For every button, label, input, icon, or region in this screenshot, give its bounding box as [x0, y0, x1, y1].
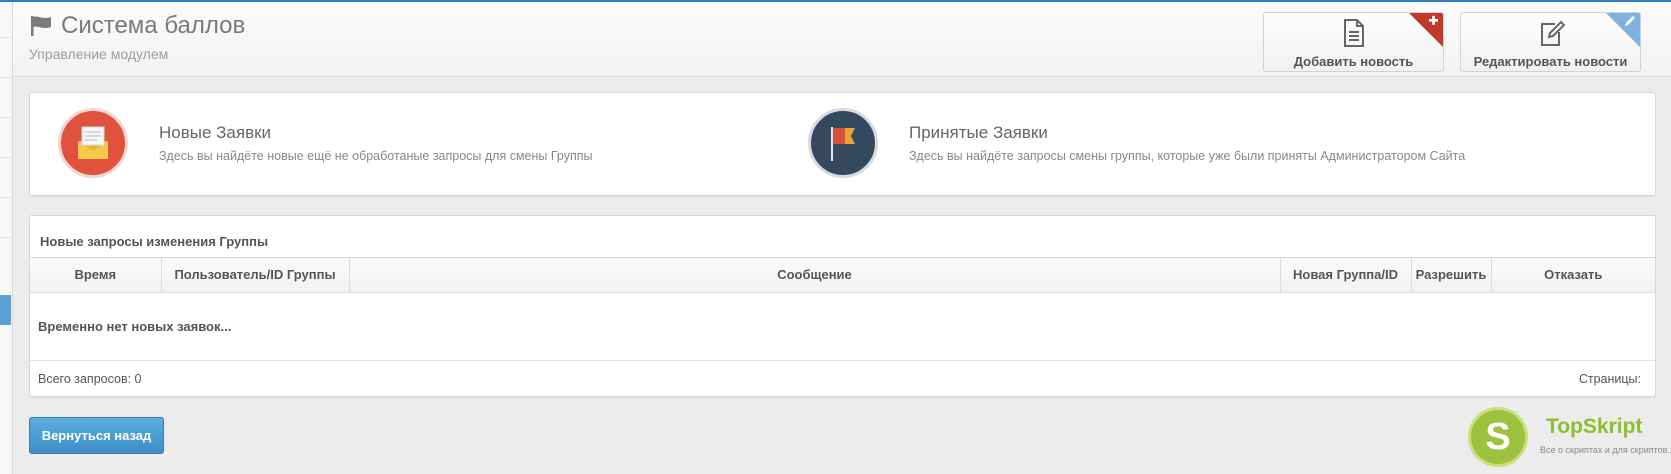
- logo-mark-icon: S: [1468, 407, 1528, 467]
- quick-link-description: Здесь вы найдёте запросы смены группы, к…: [909, 149, 1466, 163]
- edit-news-button[interactable]: Редактировать новости: [1460, 12, 1641, 72]
- pagination-label: Страницы:: [1578, 371, 1641, 386]
- empty-table-message: Временно нет новых заявок...: [30, 293, 1655, 361]
- flag-badge-icon: [808, 108, 878, 178]
- add-news-label: Добавить новость: [1293, 54, 1414, 69]
- logo-brand: TopSkript: [1546, 415, 1643, 438]
- column-header-new-group[interactable]: Новая Группа/ID: [1280, 258, 1412, 293]
- envelope-icon: [58, 108, 128, 178]
- logo-tagline: Все о скриптах и для скриптов...: [1540, 445, 1671, 455]
- column-header-deny[interactable]: Отказать: [1491, 258, 1655, 293]
- sidebar-divider: [0, 117, 12, 118]
- page-subtitle: Управление модулем: [29, 46, 169, 62]
- requests-table: Время Пользователь/ID Группы Сообщение Н…: [30, 258, 1655, 293]
- sidebar-divider: [0, 197, 12, 198]
- topskript-logo: S TopSkript Все о скриптах и для скрипто…: [1468, 405, 1671, 471]
- column-header-allow[interactable]: Разрешить: [1411, 258, 1492, 293]
- column-header-message[interactable]: Сообщение: [349, 258, 1281, 293]
- column-header-time[interactable]: Время: [30, 258, 162, 293]
- quick-link-accepted-requests[interactable]: Принятые Заявки Здесь вы найдёте запросы…: [808, 108, 1465, 178]
- flag-icon: [31, 16, 51, 36]
- sidebar-divider: [0, 237, 12, 238]
- edit-icon: [1540, 20, 1565, 46]
- page-title-text: Система баллов: [61, 12, 246, 39]
- requests-panel: Новые запросы изменения Группы Время Пол…: [29, 215, 1656, 397]
- pencil-icon: [1606, 13, 1640, 47]
- table-footer: Всего запросов: 0 Страницы:: [30, 361, 1655, 397]
- sidebar-active-item[interactable]: [0, 295, 11, 325]
- edit-news-label: Редактировать новости: [1473, 54, 1628, 69]
- sidebar-divider: [0, 77, 12, 78]
- back-button[interactable]: Вернуться назад: [29, 417, 164, 454]
- quick-links-panel: Новые Заявки Здесь вы найдёте новые ещё …: [29, 92, 1656, 196]
- quick-link-description: Здесь вы найдёте новые ещё не обработаны…: [159, 149, 593, 163]
- sidebar-collapsed: [0, 2, 13, 474]
- sidebar-divider: [0, 37, 12, 38]
- plus-icon: [1409, 13, 1443, 47]
- total-requests: Всего запросов: 0: [38, 371, 142, 386]
- page-header: Система баллов Управление модулем Добави…: [13, 2, 1671, 77]
- table-header-row: Время Пользователь/ID Группы Сообщение Н…: [30, 258, 1655, 293]
- quick-link-new-requests[interactable]: Новые Заявки Здесь вы найдёте новые ещё …: [58, 108, 593, 178]
- column-header-user[interactable]: Пользователь/ID Группы: [161, 258, 350, 293]
- requests-panel-title: Новые запросы изменения Группы: [30, 216, 1655, 258]
- quick-link-title: Новые Заявки: [159, 123, 272, 142]
- page-title: Система баллов: [29, 12, 245, 40]
- quick-link-title: Принятые Заявки: [909, 123, 1048, 142]
- sidebar-divider: [0, 157, 12, 158]
- add-news-button[interactable]: Добавить новость: [1263, 12, 1444, 72]
- document-icon: [1343, 19, 1364, 47]
